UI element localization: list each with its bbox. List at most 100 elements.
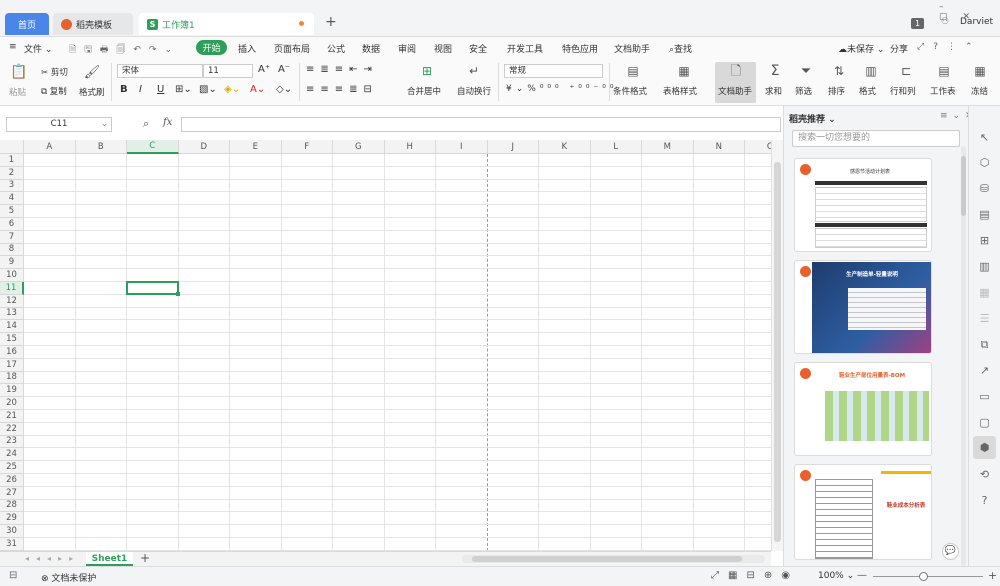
fill-color-icon[interactable]: ◈⌄ (224, 84, 240, 95)
row-header[interactable]: 23 (0, 435, 24, 449)
select-cursor-icon[interactable]: ↖ (977, 130, 992, 145)
scrollbar-thumb[interactable] (774, 162, 781, 542)
font-grow-icon[interactable]: A⁺ (258, 64, 270, 75)
column-header[interactable]: G (333, 140, 385, 154)
row-header[interactable]: 28 (0, 499, 24, 513)
row-header[interactable]: 31 (0, 538, 24, 551)
row-header[interactable]: 13 (0, 307, 24, 321)
filter-button[interactable]: 筛选 (795, 85, 812, 97)
tab-templates[interactable]: 稻壳模板 (53, 13, 133, 35)
template-card[interactable]: 鞋业生产部位用量表-BOM (794, 362, 932, 456)
panel-search-input[interactable]: 搜索一切您想要的 (792, 130, 960, 147)
column-header[interactable]: M (642, 140, 694, 154)
zoom-formula-icon[interactable]: ⌕ (143, 117, 149, 131)
macro-icon[interactable]: ⊟ (9, 570, 17, 581)
bold-icon[interactable]: B (120, 84, 128, 95)
row-col-icon[interactable]: ⊏ (897, 63, 915, 79)
underline-icon[interactable]: U (157, 84, 164, 95)
sort-icon[interactable]: ⇅ (830, 63, 848, 79)
align-top-icons[interactable]: ≡≣≡⇤⇥ (306, 64, 378, 75)
freeze-button[interactable]: 冻结 (971, 85, 988, 97)
column-header[interactable]: E (230, 140, 282, 154)
column-header[interactable]: L (590, 140, 642, 154)
chat-icon[interactable]: 💬 (942, 543, 959, 560)
menu-security[interactable]: 安全 (469, 42, 487, 55)
sheet-nav-icons[interactable]: ◂◂◂▸▸ (25, 554, 80, 563)
row-header[interactable]: 7 (0, 230, 24, 244)
row-header[interactable]: 19 (0, 384, 24, 398)
wrap-text-button[interactable]: 自动换行 (457, 85, 491, 97)
border-icon[interactable]: ⊞⌄ (175, 84, 192, 95)
row-header[interactable]: 20 (0, 397, 24, 410)
share-button[interactable]: 分享 (890, 42, 908, 55)
worksheet-icon[interactable]: ▤ (935, 63, 953, 79)
column-header[interactable]: H (384, 140, 436, 154)
format-icon[interactable]: ▥ (862, 63, 880, 79)
menu-doc-assistant[interactable]: 文档助手 (614, 42, 650, 55)
sort-button[interactable]: 排序 (828, 85, 845, 97)
new-tab-button[interactable]: + (325, 14, 337, 30)
row-header[interactable]: 22 (0, 422, 24, 436)
row-header[interactable]: 5 (0, 205, 24, 218)
font-color-icon[interactable]: A⌄ (250, 84, 265, 95)
paint-bucket-icon[interactable]: ⛁ (977, 181, 992, 196)
row-header[interactable]: 24 (0, 448, 24, 462)
row-header[interactable]: 15 (0, 333, 24, 346)
menu-file[interactable]: 文件 ⌄ (24, 42, 52, 55)
menu-page-layout[interactable]: 页面布局 (274, 42, 310, 55)
freeze-icon[interactable]: ▦ (972, 63, 988, 79)
history-icon[interactable]: ⟲ (977, 467, 992, 482)
help-icons[interactable]: ⤢?⋮⌃ (917, 42, 982, 52)
font-name-select[interactable]: 宋体 (117, 64, 203, 78)
column-header[interactable]: J (487, 140, 539, 154)
paste-button[interactable]: 粘贴 (9, 86, 26, 98)
help-icon[interactable]: ? (977, 493, 992, 508)
template-card[interactable]: 鞋业成本分析表 (794, 464, 932, 560)
spreadsheet-grid[interactable]: ABCDEFGHIJKLMNO 1 2 3 4 5 6 7 8 9 10 11 12 13 14 15 16 1… (0, 140, 771, 551)
row-header[interactable]: 4 (0, 192, 24, 206)
row-header[interactable]: 29 (0, 512, 24, 526)
menu-formulas[interactable]: 公式 (327, 42, 345, 55)
font-shrink-icon[interactable]: A⁻ (278, 64, 290, 75)
tab-workbook[interactable]: S 工作簿1 (139, 13, 314, 35)
protect-status[interactable]: ⊗ 文档未保护 (41, 571, 96, 584)
merge-center-icon[interactable]: ⊞ (418, 63, 436, 79)
grid-apps-icon[interactable]: ⊞ (977, 233, 992, 248)
table-style-icon[interactable]: ▦ (675, 63, 693, 79)
table-style-button[interactable]: 表格样式 (663, 85, 697, 97)
active-cell[interactable] (126, 281, 179, 295)
worksheet-button[interactable]: 工作表 (930, 85, 956, 97)
sum-icon[interactable]: Σ (766, 63, 784, 79)
unsaved-status[interactable]: ☁未保存 ⌄ (838, 42, 884, 55)
fill-handle[interactable] (175, 291, 180, 296)
panel-scrollbar[interactable] (961, 146, 966, 566)
doc-assistant-button[interactable]: 🗋 文档助手 (715, 62, 756, 103)
conditional-format-button[interactable]: 条件格式 (613, 85, 647, 97)
shapes-icon[interactable]: ⬡ (977, 155, 992, 170)
cell-area[interactable] (24, 154, 771, 551)
row-header[interactable]: 18 (0, 371, 24, 385)
menu-insert[interactable]: 插入 (238, 42, 256, 55)
formula-input[interactable] (181, 117, 781, 132)
hscroll-thumb[interactable] (472, 556, 742, 562)
row-header[interactable]: 9 (0, 256, 24, 270)
window-controls[interactable]: –▢✕ (939, 2, 1000, 22)
horizontal-scrollbar[interactable] (462, 555, 765, 563)
number-format-select[interactable]: 常规 (504, 64, 603, 78)
cell-style-icon[interactable]: ▧⌄ (199, 84, 217, 95)
column-header[interactable]: A (24, 140, 76, 154)
chart-icon[interactable]: ▥ (977, 259, 992, 274)
select-all-corner[interactable] (0, 140, 24, 154)
column-header[interactable]: N (693, 140, 745, 154)
row-header[interactable]: 6 (0, 218, 24, 231)
add-sheet-button[interactable]: + (140, 551, 150, 565)
template-card[interactable]: 生产制造单-轻量说明 (794, 260, 932, 354)
row-header[interactable]: 21 (0, 410, 24, 423)
panel-scrollbar-thumb[interactable] (961, 156, 966, 216)
column-header[interactable]: B (75, 140, 127, 154)
format-painter-icon[interactable]: 🖌 (83, 63, 101, 81)
fx-button[interactable]: fx (163, 117, 172, 128)
number-format-icons[interactable]: ¥⌄%⁰⁰⁰ ⁺⁰⁰⁻⁰⁰ (506, 84, 617, 94)
zoom-in-icon[interactable]: + (988, 569, 997, 582)
row-header[interactable]: 11 (0, 282, 24, 295)
